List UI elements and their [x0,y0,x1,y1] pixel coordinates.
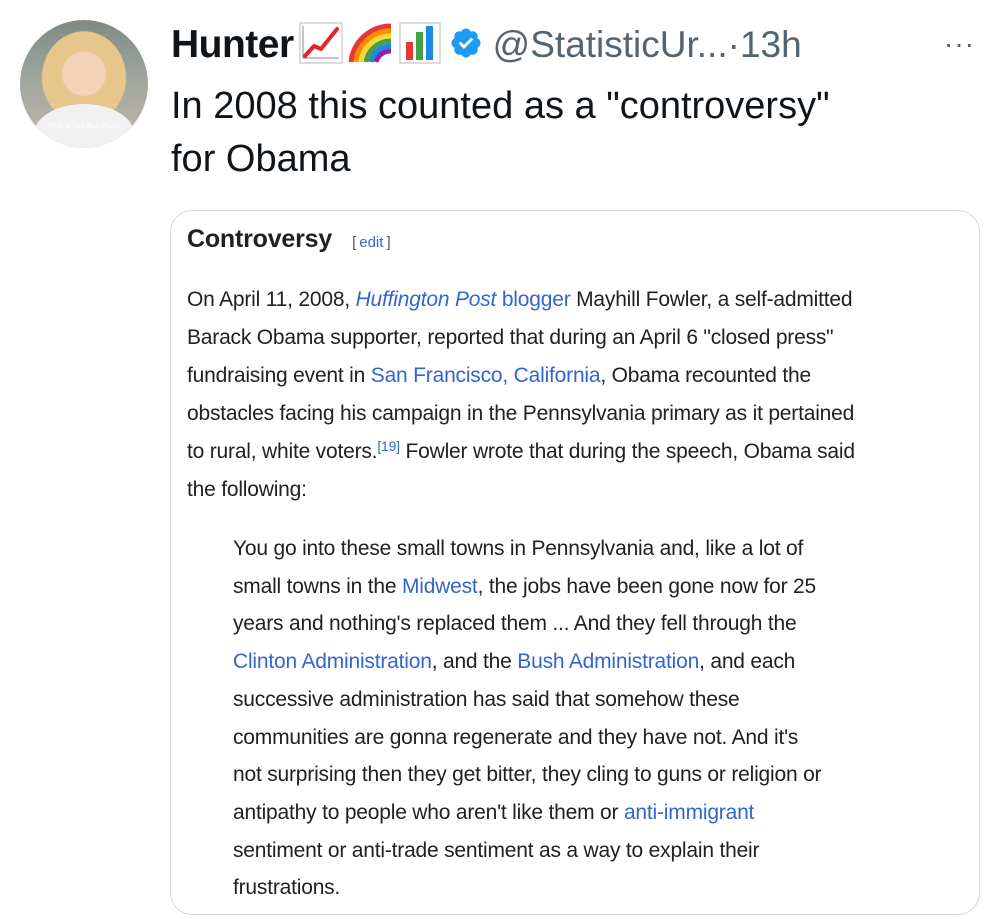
tweet-text-line: In 2008 this counted as a "controversy" [171,85,830,127]
text-run: Barack Obama supporter, reported that du… [187,326,834,349]
text-run: the following: [187,478,307,501]
text-line: successive administration has said that … [233,681,953,719]
wiki-link[interactable]: blogger [502,288,571,311]
text-run: You go into these small towns in Pennsyl… [233,537,804,560]
text-line: frustrations. [233,869,953,907]
tweet-header: Hunter @StatisticUr... · 13h [171,22,802,68]
wiki-link[interactable]: Bush Administration [517,650,699,673]
citation-link[interactable]: [19] [377,438,400,454]
wiki-link[interactable]: anti-immigrant [624,801,754,824]
text-line: On April 11, 2008, Huffington Post blogg… [187,281,967,319]
text-run: , the jobs have been gone now for 25 [477,574,817,598]
tweet-text: In 2008 this counted as a "controversy" … [171,80,971,186]
wiki-link[interactable]: Clinton Administration [233,650,432,673]
attached-image[interactable]: Controversy [edit] On April 11, 2008, Hu… [170,210,980,915]
more-options-icon[interactable]: ··· [944,30,975,58]
wiki-paragraph: On April 11, 2008, Huffington Post blogg… [187,281,967,509]
tweet-text-line: for Obama [171,138,351,180]
text-run: fundraising event in [187,364,371,387]
edit-link: edit [359,234,384,251]
text-run: Fowler wrote that during the speech, Oba… [399,440,856,463]
edit-bracket-open: [ [352,234,357,251]
rainbow-icon [348,22,394,69]
wiki-link[interactable]: Midwest [402,575,478,598]
text-run: years and nothing's replaced them ... An… [233,612,797,636]
chart-increasing-icon [299,22,343,69]
text-run: small towns in the [233,574,402,598]
text-line: Barack Obama supporter, reported that du… [187,319,967,357]
wiki-section: Controversy [edit] On April 11, 2008, Hu… [187,225,967,509]
text-line: not surprising then they get bitter, the… [233,756,953,794]
text-run: On April 11, 2008, [187,288,356,311]
text-line: You go into these small towns in Pennsyl… [233,530,953,568]
text-run: communities are gonna regenerate and the… [233,725,799,749]
text-run: obstacles facing his campaign in the Pen… [187,402,855,425]
verified-badge-icon[interactable] [449,26,483,65]
text-run: to rural, white voters. [187,440,378,463]
text-run: sentiment or anti-trade sentiment as a w… [233,838,760,862]
text-line: obstacles facing his campaign in the Pen… [187,395,967,433]
text-line: the following: [187,471,967,509]
bar-chart-icon [399,22,441,69]
text-run: , Obama recounted the [600,364,811,387]
separator-dot: · [727,24,740,65]
text-run: frustrations. [233,876,341,900]
timestamp[interactable]: 13h [740,24,802,66]
avatar[interactable]: This Is The Bad Place [20,20,148,148]
text-line: to rural, white voters.[19] Fowler wrote… [187,433,967,471]
edit-bracket-close: ] [386,234,391,251]
wiki-link[interactable]: San Francisco, California [371,364,601,387]
text-line: communities are gonna regenerate and the… [233,719,953,757]
text-run: , and the [431,650,518,674]
text-line: Clinton Administration, and the Bush Adm… [233,643,953,681]
display-name[interactable]: Hunter [171,23,294,67]
text-run: not surprising then they get bitter, the… [233,763,822,787]
text-line: antipathy to people who aren't like them… [233,794,953,832]
wiki-heading-row: Controversy [edit] [187,225,967,259]
edit-section-link: [edit] [352,234,391,251]
avatar-caption: This Is The Bad Place [49,123,119,130]
wiki-blockquote: You go into these small towns in Pennsyl… [233,530,953,907]
text-line: sentiment or anti-trade sentiment as a w… [233,832,953,870]
text-run: Mayhill Fowler, a self-admitted [570,288,853,311]
text-run: antipathy to people who aren't like them… [233,800,624,824]
text-run: successive administration has said that … [233,687,740,711]
text-line: small towns in the Midwest, the jobs hav… [233,568,953,606]
author-handle[interactable]: @StatisticUr... [493,24,728,66]
wiki-section-title: Controversy [187,225,333,253]
text-run: , and each [699,650,796,674]
wiki-link[interactable]: Huffington Post [356,288,497,311]
text-line: fundraising event in San Francisco, Cali… [187,357,967,395]
text-line: years and nothing's replaced them ... An… [233,605,953,643]
